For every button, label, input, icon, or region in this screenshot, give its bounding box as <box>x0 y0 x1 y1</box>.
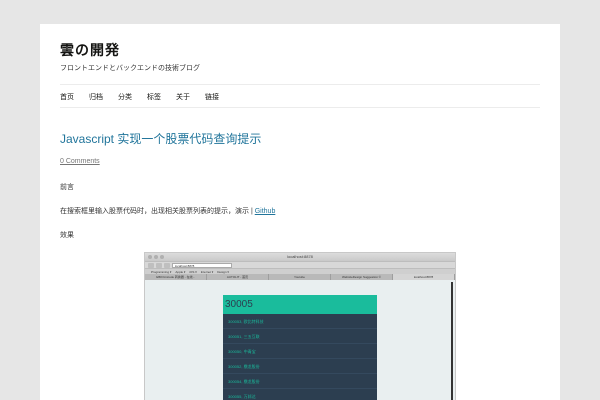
post-paragraph-text: 在搜索框里输入股票代码时，出现相关股票列表的提示，演示 | <box>60 208 255 215</box>
post-paragraph: 前言 <box>60 184 74 191</box>
suggestion-item: 300052, 鼎龙股份 <box>223 359 377 374</box>
close-icon <box>148 255 152 259</box>
post-title[interactable]: Javascript 实现一个股票代码查询提示 <box>60 130 261 147</box>
suggestion-item: 300053, 欧比特科技 <box>223 314 377 329</box>
nav-item-tags[interactable]: 标签 <box>147 92 176 102</box>
browser-window-title: localhost:8878 <box>287 254 313 259</box>
scrollbar <box>451 282 453 400</box>
divider <box>60 107 540 108</box>
maximize-icon <box>160 255 164 259</box>
suggestion-item: 300050, 中青宝 <box>223 344 377 359</box>
stock-suggest-demo: 30005 300053, 欧比特科技 300051, 三五互联 300050,… <box>223 295 377 400</box>
back-icon <box>148 262 154 268</box>
minimize-icon <box>154 255 158 259</box>
nav-item-home[interactable]: 首页 <box>60 92 89 102</box>
embedded-screenshot: localhost:8878 localhost:8878 Programmin… <box>144 252 456 400</box>
window-controls <box>148 255 164 259</box>
nav-item-about[interactable]: 关于 <box>176 92 205 102</box>
browser-titlebar: localhost:8878 <box>145 253 455 261</box>
github-link[interactable]: Github <box>255 208 276 215</box>
suggestion-item: 300055, 万邦达 <box>223 389 377 400</box>
browser-toolbar: localhost:8878 <box>145 261 455 268</box>
post-paragraph: 在搜索框里输入股票代码时，出现相关股票列表的提示，演示 | Github <box>60 206 275 216</box>
nav-item-category[interactable]: 分类 <box>118 92 147 102</box>
stock-search-input: 30005 <box>223 295 377 314</box>
main-nav: 首页 归档 分类 标签 关于 链接 <box>60 92 234 102</box>
forward-icon <box>156 262 162 268</box>
post-paragraph: 效果 <box>60 232 74 239</box>
nav-item-archive[interactable]: 归档 <box>89 92 118 102</box>
page-container: 雲の開発 フロントエンドとバックエンドの技術ブログ 首页 归档 分类 标签 关于… <box>40 24 560 400</box>
site-title[interactable]: 雲の開発 <box>60 40 120 60</box>
browser-url: localhost:8878 <box>172 262 232 268</box>
site-description: フロントエンドとバックエンドの技術ブログ <box>60 65 200 72</box>
suggestion-item: 300054, 鼎龙股份 <box>223 374 377 389</box>
nav-item-links[interactable]: 链接 <box>205 92 234 102</box>
reload-icon <box>164 262 170 268</box>
browser-content: 30005 300053, 欧比特科技 300051, 三五互联 300050,… <box>145 280 455 400</box>
divider <box>60 84 540 85</box>
suggestion-item: 300051, 三五互联 <box>223 329 377 344</box>
comments-link[interactable]: 0 Comments <box>60 158 100 165</box>
